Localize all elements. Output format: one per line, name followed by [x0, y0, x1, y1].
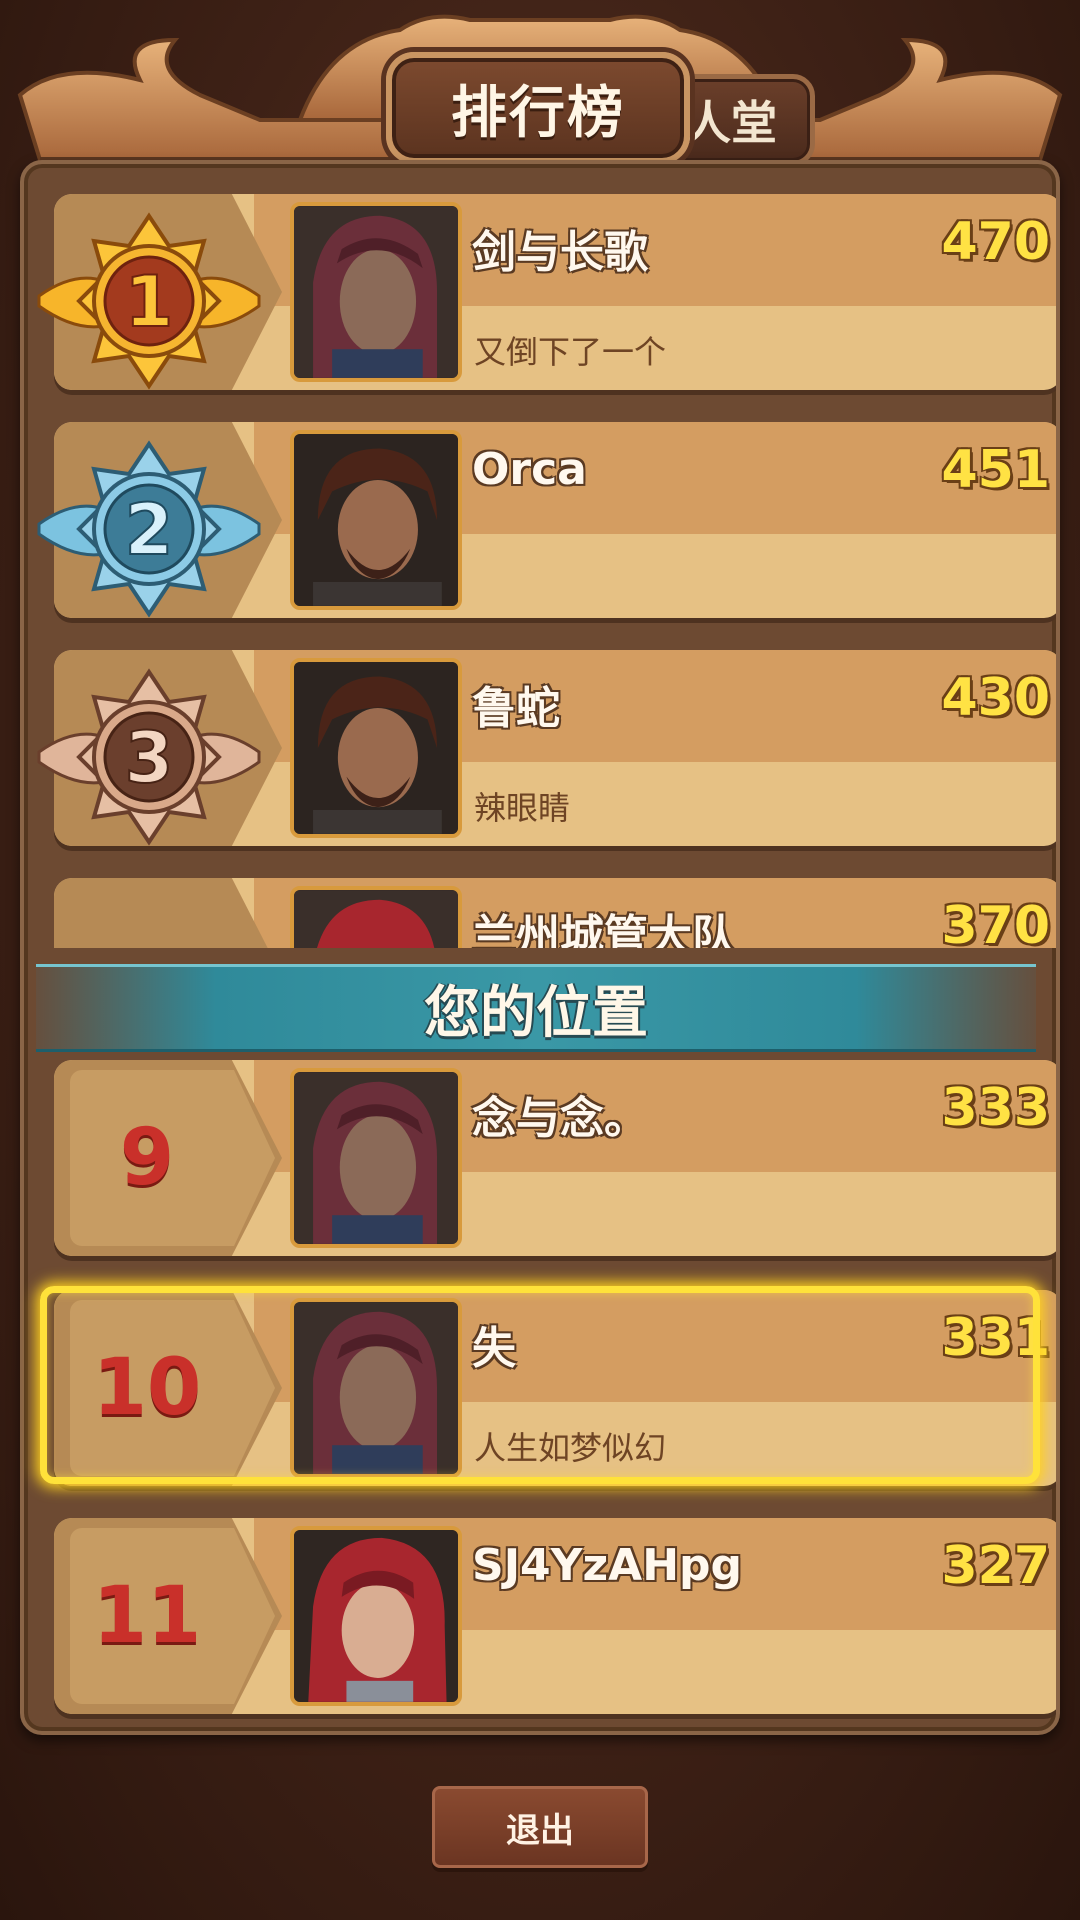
- bronze-medal-icon: 3: [37, 668, 261, 846]
- red-hood-woman-portrait-avatar: [290, 1526, 462, 1706]
- player-motto: 又倒下了一个: [474, 333, 667, 371]
- rank-number: 9: [119, 1113, 175, 1203]
- player-score: 430: [941, 668, 1050, 728]
- leaderboard-row[interactable]: 9 念与念。 333: [44, 1060, 1056, 1260]
- hooded-man-portrait-avatar: [290, 1068, 462, 1248]
- hooded-man-portrait-avatar: [290, 1298, 462, 1478]
- your-position-banner: 您的位置: [36, 964, 1036, 1052]
- exit-button-label: 退出: [506, 1810, 574, 1851]
- rank-number: 11: [92, 1571, 202, 1661]
- bearded-man-portrait-avatar: [290, 430, 462, 610]
- player-name: 念与念。: [472, 1093, 648, 1144]
- svg-text:2: 2: [125, 489, 174, 571]
- player-name: 剑与长歌: [472, 227, 648, 278]
- exit-button[interactable]: 退出: [432, 1786, 648, 1868]
- leaderboard-row[interactable]: 2 Orca 451: [37, 422, 1056, 622]
- leaderboard-row[interactable]: 3 鲁蛇 430 辣眼睛: [37, 650, 1056, 850]
- player-motto: 人生如梦似幻: [474, 1429, 667, 1467]
- svg-text:3: 3: [125, 717, 174, 799]
- gold-medal-icon: 1: [37, 212, 261, 390]
- player-score: 327: [941, 1536, 1050, 1596]
- your-position-label: 您的位置: [424, 980, 648, 1046]
- player-name: SJ4YzAHpg: [472, 1540, 743, 1591]
- leaderboard-panel: 1 剑与长歌 470 又倒下了一个 2 Orca 451 3 鲁蛇 430 辣眼…: [20, 160, 1060, 1735]
- leaderboard-row-self[interactable]: 10 失 331 人生如梦似幻: [44, 1290, 1056, 1490]
- player-score: 470: [941, 212, 1050, 272]
- player-name: 兰州城管大队: [472, 911, 736, 948]
- tab-leaderboard-label: 排行榜: [451, 80, 625, 146]
- player-score: 333: [941, 1078, 1050, 1138]
- tab-hall-of-fame-label: 人堂: [685, 96, 777, 150]
- bearded-man-portrait-avatar: [290, 658, 462, 838]
- rank-number: 10: [92, 1343, 202, 1433]
- hooded-man-portrait-avatar: [290, 202, 462, 382]
- player-score: 370: [941, 896, 1050, 948]
- player-score: 331: [941, 1308, 1050, 1368]
- player-motto: 辣眼睛: [474, 789, 571, 827]
- tab-leaderboard[interactable]: 排行榜: [386, 52, 690, 164]
- leaderboard-row[interactable]: 11 SJ4YzAHpg 327: [44, 1518, 1056, 1718]
- player-name: 失: [472, 1323, 516, 1374]
- leaderboard-row[interactable]: 兰州城管大队 370: [44, 878, 1056, 948]
- leaderboard-row[interactable]: 1 剑与长歌 470 又倒下了一个: [37, 194, 1056, 394]
- player-name: 鲁蛇: [472, 683, 560, 734]
- player-name: Orca: [472, 444, 587, 495]
- silver-medal-icon: 2: [37, 440, 261, 618]
- svg-text:1: 1: [125, 261, 174, 343]
- red-hood-portrait-avatar: [290, 886, 462, 948]
- player-score: 451: [941, 440, 1050, 500]
